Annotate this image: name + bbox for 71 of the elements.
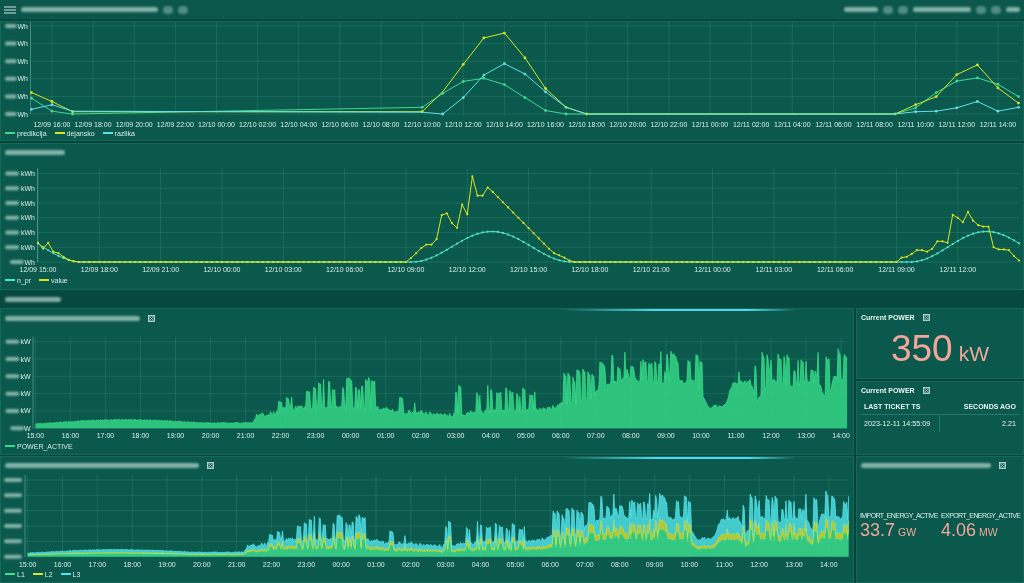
data-point (955, 73, 959, 76)
blurred-text (5, 150, 65, 155)
blurred-text (10, 426, 25, 431)
blurred-text (5, 409, 20, 413)
blurred-text (4, 554, 22, 559)
data-point (523, 96, 527, 100)
blurred-text (4, 112, 17, 116)
blurred-text (4, 478, 22, 482)
blurred-text (1006, 7, 1020, 12)
blurred-text (5, 215, 20, 220)
data-point (461, 80, 465, 83)
data-point (955, 106, 959, 110)
stat-unit: kW (958, 343, 990, 364)
hatched-square-icon (999, 462, 1006, 469)
blurred-text (5, 391, 20, 396)
data-point (934, 109, 938, 113)
data-point (976, 100, 979, 103)
data-point (50, 109, 54, 113)
blurred-text (4, 41, 17, 46)
data-point (1017, 95, 1020, 98)
blurred-text (4, 539, 22, 544)
blurred-text (4, 524, 22, 528)
blurred-text (9, 260, 24, 264)
data-point (976, 63, 979, 67)
data-point (461, 62, 465, 66)
menu-icon[interactable] (4, 5, 16, 14)
hatched-square-icon (207, 461, 214, 469)
stat-unit: GW (898, 526, 917, 537)
data-point (544, 109, 547, 112)
stat-value: 33.7 (860, 520, 896, 539)
stat-value: 350 (890, 330, 953, 367)
blurred-text (4, 493, 22, 498)
blurred-text (913, 7, 971, 12)
blurred-text (5, 339, 20, 344)
data-point (30, 108, 33, 111)
data-point (30, 96, 33, 100)
data-point (441, 112, 445, 116)
data-point (482, 36, 486, 40)
data-point (503, 62, 506, 66)
hatched-square-icon (922, 387, 930, 394)
stat-unit: MW (979, 526, 998, 537)
data-point (523, 56, 527, 60)
data-point (564, 105, 568, 109)
hatched-square-icon (148, 314, 155, 322)
blurred-text (5, 230, 20, 235)
stat-value: 4.06 (941, 520, 977, 539)
blurred-text (4, 24, 17, 28)
data-point (585, 112, 589, 116)
blurred-text (5, 374, 20, 379)
data-point (503, 83, 506, 86)
blurred-text (4, 508, 22, 513)
data-point (996, 109, 1000, 113)
blurred-text (4, 59, 17, 64)
blurred-text (4, 94, 17, 99)
data-point (503, 31, 506, 35)
blurred-text (5, 186, 20, 191)
blurred-text (5, 357, 20, 361)
data-point (461, 96, 465, 100)
data-point (976, 76, 979, 80)
hatched-square-icon (922, 314, 930, 321)
data-point (523, 72, 527, 76)
blurred-text (844, 7, 878, 12)
blurred-text (5, 296, 61, 302)
blurred-text (5, 171, 20, 176)
data-point (955, 79, 959, 83)
data-point (441, 92, 445, 95)
blurred-text (4, 76, 17, 81)
blurred-text (5, 245, 20, 250)
data-point (564, 112, 568, 116)
blurred-text (5, 201, 20, 205)
data-point (30, 91, 33, 94)
